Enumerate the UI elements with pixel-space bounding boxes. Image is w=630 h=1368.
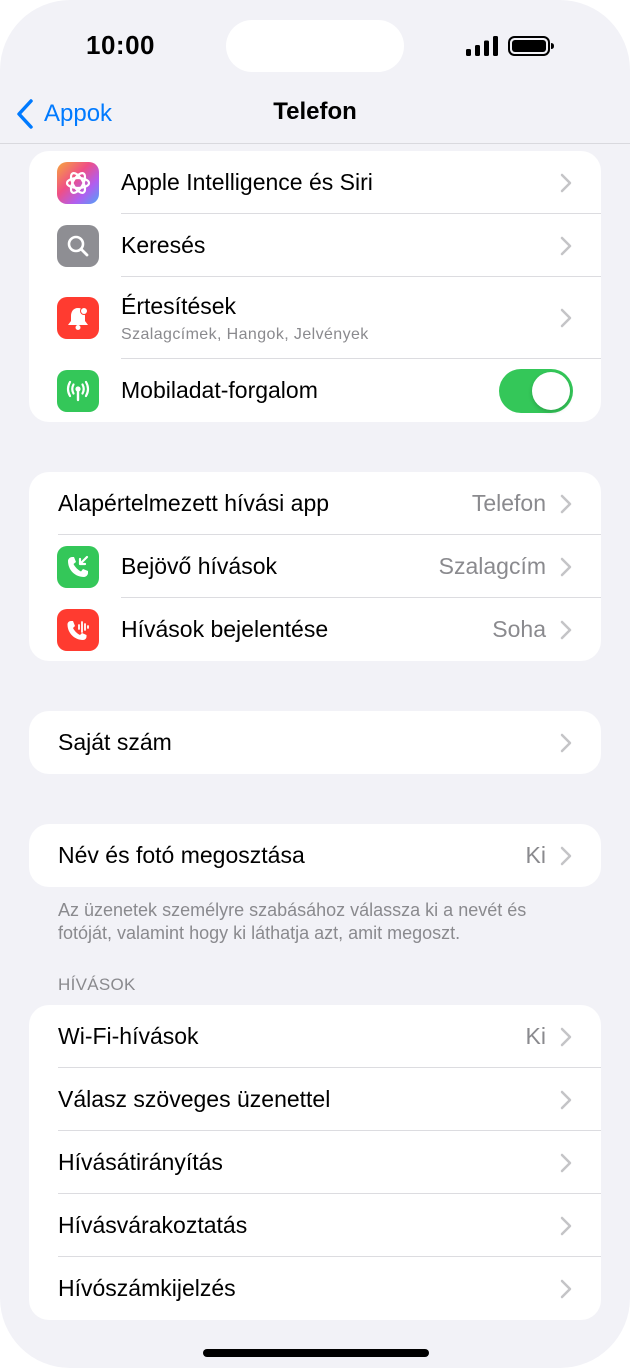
row-label: Hívásátirányítás xyxy=(58,1149,223,1175)
row-value: Telefon xyxy=(471,490,546,516)
row-label: Értesítések xyxy=(121,292,237,319)
search-icon xyxy=(57,224,99,267)
status-time: 10:00 xyxy=(86,30,155,60)
status-bar: 10:00 xyxy=(0,0,630,92)
settings-group-calling-app: Alapértelmezett hívási app Telefon Bejöv… xyxy=(29,472,601,661)
chevron-right-icon xyxy=(560,846,572,865)
chevron-right-icon xyxy=(560,1027,572,1046)
row-search[interactable]: Keresés xyxy=(29,214,601,277)
row-announce-calls[interactable]: Hívások bejelentése Soha xyxy=(29,598,601,661)
name-photo-footer: Az üzenetek személyre szabásához válassz… xyxy=(58,900,527,943)
page-title: Telefon xyxy=(273,98,357,125)
row-incoming-calls[interactable]: Bejövő hívások Szalagcím xyxy=(29,535,601,598)
chevron-right-icon xyxy=(560,494,572,513)
incoming-call-icon xyxy=(57,545,99,588)
cellular-icon xyxy=(57,369,99,412)
row-label: Saját szám xyxy=(58,729,172,755)
chevron-right-icon xyxy=(560,1279,572,1298)
settings-list: Apple Intelligence és Siri Keresés Értes… xyxy=(29,151,601,1320)
row-label: Válasz szöveges üzenettel xyxy=(58,1086,331,1112)
row-label: Apple Intelligence és Siri xyxy=(121,169,373,195)
phone-screen: 10:00 Appok Telefon Apple Intelligence é… xyxy=(0,0,630,1368)
chevron-right-icon xyxy=(560,1216,572,1235)
cellular-signal-icon xyxy=(466,36,498,56)
dynamic-island xyxy=(226,20,404,72)
row-sublabel: Szalagcímek, Hangok, Jelvények xyxy=(121,325,369,343)
settings-group-name-photo: Név és fotó megosztása Ki xyxy=(29,824,601,887)
home-indicator[interactable] xyxy=(203,1349,429,1357)
chevron-right-icon xyxy=(560,733,572,752)
row-label: Hívószámkijelzés xyxy=(58,1275,236,1301)
row-value: Ki xyxy=(525,842,546,868)
notifications-icon xyxy=(57,297,99,339)
chevron-right-icon xyxy=(560,308,572,328)
row-label: Alapértelmezett hívási app xyxy=(58,490,330,516)
row-caller-id[interactable]: Hívószámkijelzés xyxy=(29,1257,601,1320)
row-label: Mobiladat-forgalom xyxy=(121,377,318,403)
row-value: Szalagcím xyxy=(438,553,546,579)
row-call-forwarding[interactable]: Hívásátirányítás xyxy=(29,1131,601,1194)
row-cellular-data: Mobiladat-forgalom xyxy=(29,359,601,422)
cellular-data-toggle[interactable] xyxy=(499,368,573,413)
toggle-knob xyxy=(532,371,570,410)
chevron-right-icon xyxy=(560,1090,572,1109)
chevron-right-icon xyxy=(560,620,572,639)
row-default-calling-app[interactable]: Alapértelmezett hívási app Telefon xyxy=(29,472,601,535)
chevron-right-icon xyxy=(560,557,572,576)
row-value: Soha xyxy=(492,616,546,642)
row-call-waiting[interactable]: Hívásvárakoztatás xyxy=(29,1194,601,1257)
row-wifi-calling[interactable]: Wi-Fi-hívások Ki xyxy=(29,1005,601,1068)
apple-intelligence-icon xyxy=(57,161,99,204)
row-label: Hívások bejelentése xyxy=(121,616,329,642)
settings-group-my-number: Saját szám xyxy=(29,711,601,774)
row-apple-intelligence[interactable]: Apple Intelligence és Siri xyxy=(29,151,601,214)
chevron-right-icon xyxy=(560,236,572,255)
chevron-right-icon xyxy=(560,1153,572,1172)
announce-calls-icon xyxy=(57,608,99,651)
row-name-photo-sharing[interactable]: Név és fotó megosztása Ki xyxy=(29,824,601,887)
row-label: Wi-Fi-hívások xyxy=(58,1023,199,1049)
settings-group-apps: Apple Intelligence és Siri Keresés Értes… xyxy=(29,151,601,422)
row-my-number[interactable]: Saját szám xyxy=(29,711,601,774)
chevron-right-icon xyxy=(560,173,572,192)
battery-icon xyxy=(508,36,554,56)
row-respond-with-text[interactable]: Válasz szöveges üzenettel xyxy=(29,1068,601,1131)
row-label: Név és fotó megosztása xyxy=(58,842,305,868)
row-notifications[interactable]: Értesítések Szalagcímek, Hangok, Jelvény… xyxy=(29,277,601,359)
settings-group-calls: Wi-Fi-hívások Ki Válasz szöveges üzenett… xyxy=(29,1005,601,1320)
navigation-bar: Appok Telefon xyxy=(0,84,630,144)
row-label: Hívásvárakoztatás xyxy=(58,1212,248,1238)
row-label: Keresés xyxy=(121,232,206,258)
section-header-calls: HÍVÁSOK xyxy=(58,975,136,994)
row-value: Ki xyxy=(525,1023,546,1049)
